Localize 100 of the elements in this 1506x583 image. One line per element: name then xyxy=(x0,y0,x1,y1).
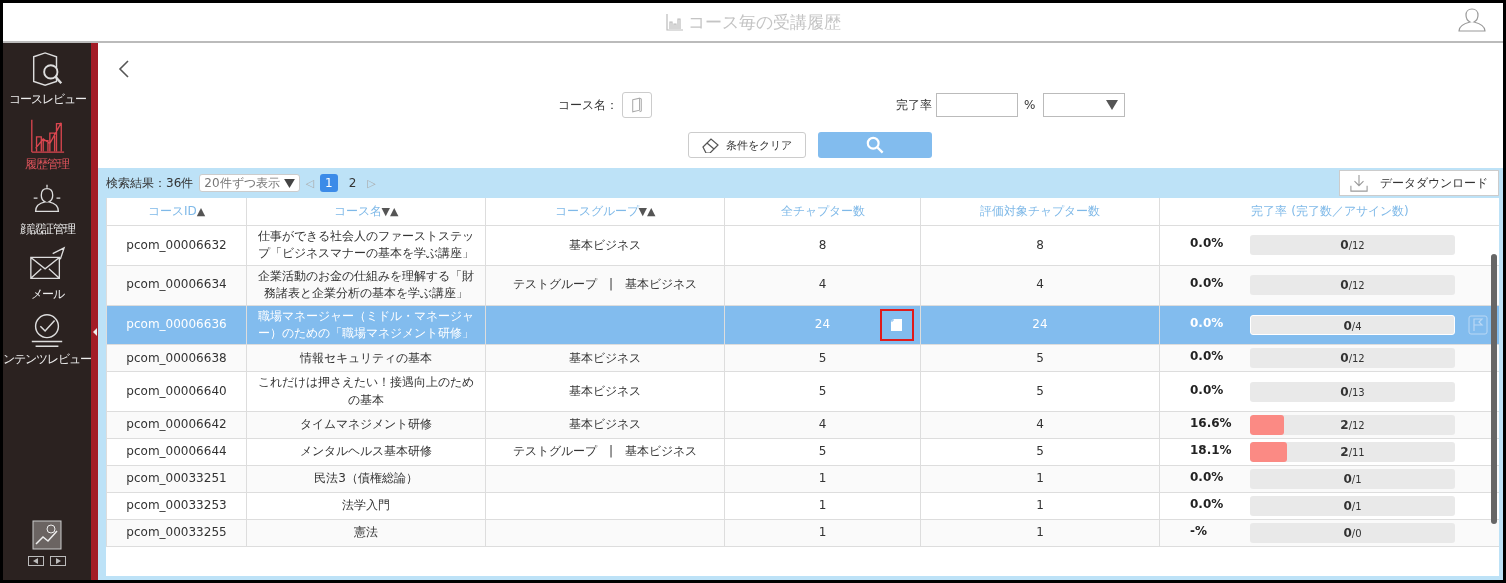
table-row[interactable]: pcom_00006640 これだけは押さえたい！接遇向上のための基本 基本ビジネス 5 5 0.0% 0/13 xyxy=(106,371,1499,412)
completion-rate: 0.0% xyxy=(1190,314,1225,332)
completion-rate: 0.0% xyxy=(1190,235,1225,253)
evaluated-chapter-count: 24 xyxy=(1032,317,1048,332)
table-row[interactable]: pcom_00006632 仕事ができる社会人のファーストステップ「ビジネスマナーの基本を学ぶ講座」 基本ビジネス 8 8 0.0% 0/12 xyxy=(106,225,1499,266)
course-id: pcom_00033251 xyxy=(126,471,227,486)
course-id: pcom_00006642 xyxy=(126,417,227,432)
rate-input-field[interactable] xyxy=(936,93,1018,117)
sidebar-item[interactable]: 履歴管理 xyxy=(3,116,91,173)
evaluated-chapter-count: 8 xyxy=(1036,237,1044,252)
table-row[interactable]: pcom_00033251 民法3（債権総論） 1 1 0.0% 0/1 xyxy=(106,465,1499,493)
course-id: pcom_00033255 xyxy=(126,525,227,540)
user-icon[interactable] xyxy=(1457,7,1487,33)
progress-count: 0/1 xyxy=(1342,471,1363,489)
evaluated-chapter-count: 4 xyxy=(1036,277,1044,292)
chapter-count: 4 xyxy=(818,277,827,292)
evaluated-chapter-count: 4 xyxy=(1036,417,1044,432)
document-button[interactable] xyxy=(880,308,914,341)
data-download-button[interactable]: データダウンロード xyxy=(1339,170,1499,196)
chapter-count: 4 xyxy=(818,417,827,432)
sidebar-item[interactable]: 顔認証管理 xyxy=(3,181,91,238)
sidebar-item[interactable]: ンテンツレビュー xyxy=(3,311,91,368)
course-name: 法学入門 xyxy=(341,497,391,515)
scrollbar[interactable] xyxy=(1491,254,1497,524)
chapter-count: 5 xyxy=(818,384,827,399)
course-id: pcom_00006632 xyxy=(126,237,227,252)
next-icon[interactable] xyxy=(50,556,66,566)
progress-count: 0/4 xyxy=(1342,317,1363,334)
progress-count: 0/0 xyxy=(1342,525,1363,543)
eraser-icon xyxy=(702,137,720,153)
page-title: コース毎の受講履歴 xyxy=(687,10,841,34)
document-icon xyxy=(890,317,904,332)
condition-dropdown[interactable] xyxy=(1043,93,1126,117)
course-id: pcom_00006636 xyxy=(126,317,227,332)
chapter-count: 8 xyxy=(818,237,827,252)
completion-rate: 16.6% xyxy=(1190,415,1233,433)
table-row[interactable]: pcom_00033255 憲法 1 1 -% 0/0 xyxy=(106,519,1499,547)
course-name: タイムマネジメント研修 xyxy=(299,416,433,434)
progress-count: 2/12 xyxy=(1339,417,1366,435)
table-row[interactable]: pcom_00006634 企業活動のお金の仕組みを理解する「財務諸表と企業分析の基本を学ぶ講座」 テストグループ | 基本ビジネス 4 4 0.0% 0/12 xyxy=(106,265,1499,306)
download-icon xyxy=(1350,174,1368,192)
sidebar-item[interactable]: コースレビュー xyxy=(3,51,91,108)
course-name: 民法3（債権総論） xyxy=(313,470,419,488)
completion-rate-label: 完了率 xyxy=(896,96,932,114)
course-group: 基本ビジネス xyxy=(569,350,641,365)
evaluated-chapter-count: 5 xyxy=(1036,444,1044,459)
previous-icon[interactable] xyxy=(28,556,44,566)
evaluated-chapter-count: 1 xyxy=(1036,471,1044,486)
chapter-count: 24 xyxy=(814,317,831,332)
course-name-label: コース名： xyxy=(558,96,618,114)
page-size-dropdown[interactable]: 20件ずつ表示 xyxy=(199,174,300,192)
completion-rate: 0.0% xyxy=(1190,381,1225,399)
course-name: 情報セキュリティの基本 xyxy=(299,349,433,367)
evaluated-chapter-count: 5 xyxy=(1036,350,1044,365)
clear-conditions-button[interactable]: 条件をクリア xyxy=(688,132,806,158)
progress-count: 0/12 xyxy=(1339,350,1366,368)
course-group: 基本ビジネス xyxy=(569,384,641,399)
chart-image-icon[interactable] xyxy=(32,520,62,550)
progress-count: 0/13 xyxy=(1339,383,1366,401)
column-header[interactable]: コース名▼▲ xyxy=(246,198,486,226)
column-header[interactable]: コースグループ▼▲ xyxy=(485,198,725,226)
course-group: テストグループ | 基本ビジネス xyxy=(512,444,697,459)
chapter-count: 1 xyxy=(818,471,827,486)
course-name: メンタルヘルス基本研修 xyxy=(299,443,433,461)
course-group: テストグループ | 基本ビジネス xyxy=(512,277,697,292)
course-name: これだけは押さえたい！接遇向上のための基本 xyxy=(257,374,475,409)
page-link[interactable]: 2 xyxy=(343,174,362,192)
evaluated-chapter-count: 5 xyxy=(1036,384,1044,399)
table-row[interactable]: pcom_00006636 職場マネージャー（ミドル・マネージャー）のための「職場マネジメント研修」 24 24 0.0% 0/4 xyxy=(106,305,1499,345)
table-row[interactable]: pcom_00006644 メンタルヘルス基本研修 テストグループ | 基本ビジネス 5 5 18.1% 2/11 xyxy=(106,438,1499,466)
result-count: 検索結果：36件 xyxy=(106,174,194,192)
progress-count: 0/12 xyxy=(1339,237,1366,255)
percent-label: % xyxy=(1024,98,1036,112)
sidebar-item[interactable]: メール xyxy=(3,246,91,303)
completion-rate: 0.0% xyxy=(1190,348,1225,366)
column-header[interactable]: コースID▲ xyxy=(106,198,247,226)
completion-rate: -% xyxy=(1190,523,1208,541)
table-row[interactable]: pcom_00006638 情報セキュリティの基本 基本ビジネス 5 5 0.0% 0/12 xyxy=(106,344,1499,372)
dropdown-caret-icon xyxy=(1106,100,1119,110)
course-id: pcom_00033253 xyxy=(126,498,227,513)
completion-rate: 0.0% xyxy=(1190,469,1225,487)
chapter-count: 5 xyxy=(818,444,827,459)
back-icon[interactable] xyxy=(118,59,130,79)
course-name: 憲法 xyxy=(353,524,379,542)
course-name: 仕事ができる社会人のファーストステップ「ビジネスマナーの基本を学ぶ講座」 xyxy=(257,228,475,263)
course-name: 企業活動のお金の仕組みを理解する「財務諸表と企業分析の基本を学ぶ講座」 xyxy=(257,267,475,303)
progress-count: 0/1 xyxy=(1342,498,1363,516)
chapter-count: 1 xyxy=(818,498,827,513)
course-name: 職場マネージャー（ミドル・マネージャー）のための「職場マネジメント研修」 xyxy=(257,307,475,342)
table-row[interactable]: pcom_00033253 法学入門 1 1 0.0% 0/1 xyxy=(106,492,1499,520)
evaluated-chapter-count: 1 xyxy=(1036,525,1044,540)
search-icon xyxy=(866,136,884,154)
table-row[interactable]: pcom_00006642 タイムマネジメント研修 基本ビジネス 4 4 16.6% 2/12 xyxy=(106,411,1499,439)
dropdown-caret-icon xyxy=(283,178,295,188)
course-id: pcom_00006634 xyxy=(126,277,227,292)
course-id: pcom_00006640 xyxy=(126,384,227,399)
evaluated-chapter-count: 1 xyxy=(1036,498,1044,513)
chapter-count: 1 xyxy=(818,525,827,540)
book-icon xyxy=(631,97,643,113)
completion-rate: 0.0% xyxy=(1190,496,1225,514)
